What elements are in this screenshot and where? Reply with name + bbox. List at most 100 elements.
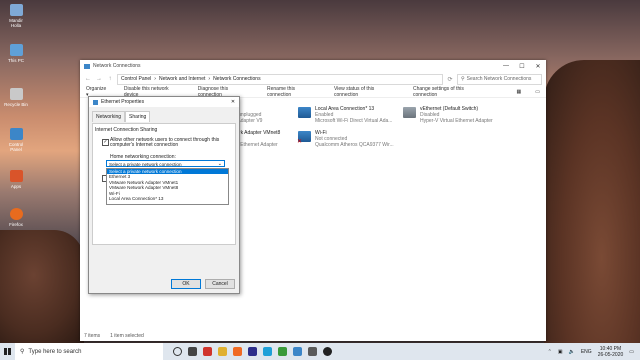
- dialog-titlebar: Ethernet Properties ✕: [89, 97, 239, 107]
- desktop-icon-this-pc[interactable]: This PC: [4, 44, 28, 63]
- back-icon[interactable]: ←: [84, 76, 92, 82]
- minimize-icon[interactable]: —: [498, 63, 514, 69]
- cancel-button[interactable]: Cancel: [205, 279, 235, 289]
- close-icon[interactable]: ✕: [227, 99, 239, 105]
- ok-button[interactable]: OK: [171, 279, 201, 289]
- desktop-icon-firefox[interactable]: Firefox: [4, 208, 28, 227]
- adapter-local-area-connection[interactable]: Local Area Connection* 13 Enabled Micros…: [298, 106, 392, 124]
- windows-logo-icon: [4, 348, 11, 355]
- brave-icon[interactable]: [233, 347, 242, 356]
- select-value: Select a private network connection: [109, 162, 182, 167]
- desktop-icon-user[interactable]: Mandir Holla: [4, 4, 28, 28]
- rename-button[interactable]: Rename this connection: [267, 86, 320, 98]
- breadcrumb-control-panel[interactable]: Control Panel: [121, 76, 151, 82]
- taskbar-search-placeholder: Type here to search: [28, 348, 82, 355]
- breadcrumb-network-internet[interactable]: Network and Internet: [159, 76, 205, 82]
- allow-sharing-label: Allow other network users to connect thr…: [110, 137, 220, 149]
- desktop-icon-recycle-bin[interactable]: Recycle Bin: [4, 88, 28, 107]
- preview-pane-icon[interactable]: ▭: [535, 89, 540, 95]
- ics-group-label: Internet Connection Sharing: [95, 127, 158, 133]
- adapter-device: Qualcomm Atheros QCA9377 Wir...: [315, 142, 394, 148]
- adapter-device: Microsoft Wi-Fi Direct Virtual Ada...: [315, 118, 393, 124]
- apps-icon: [9, 170, 23, 182]
- app-circle-icon[interactable]: [323, 347, 332, 356]
- rocks-left: [0, 230, 84, 343]
- desktop-icon-control-panel[interactable]: Control Panel: [4, 128, 28, 152]
- wifi-adapter-icon: ✕: [297, 131, 311, 145]
- network-folder-icon: [84, 63, 90, 69]
- home-network-dropdown: Select a private network connection Ethe…: [106, 168, 229, 205]
- desktop-icon-label: Control Panel: [8, 142, 24, 152]
- control-panel-taskbar-icon[interactable]: [293, 347, 302, 356]
- clock-time: 10:40 PM: [599, 345, 622, 352]
- view-status-button[interactable]: View status of this connection: [334, 86, 399, 98]
- maximize-icon[interactable]: ☐: [514, 63, 530, 70]
- window-title: Network Connections: [93, 63, 141, 69]
- clock[interactable]: 10:40 PM 26-05-2020: [598, 346, 624, 358]
- close-icon[interactable]: ✕: [530, 63, 546, 70]
- firefox-icon: [9, 208, 23, 220]
- network-adapter-icon: [93, 99, 98, 105]
- taskbar-search[interactable]: ⚲ Type here to search: [15, 343, 163, 360]
- control-panel-icon: [9, 128, 23, 140]
- edge-icon[interactable]: [263, 347, 272, 356]
- desktop-icon-label: Recycle Bin: [4, 102, 28, 107]
- search-icon: ⚲: [461, 76, 465, 82]
- desktop-icon-label: Mandir Holla: [9, 18, 23, 28]
- file-explorer-icon[interactable]: [218, 347, 227, 356]
- volume-icon[interactable]: 🔈: [569, 349, 575, 355]
- search-placeholder: Search Network Connections: [466, 76, 532, 82]
- desktop-icon-label: Firefox: [9, 222, 23, 227]
- adapter-wifi[interactable]: ✕ Wi-Fi Not connected Qualcomm Atheros Q…: [297, 130, 394, 148]
- system-tray: ⌃ ▣ 🔈 ENG 10:40 PM 26-05-2020 ▭: [548, 346, 640, 358]
- chevron-down-icon: ⌄: [217, 161, 222, 167]
- network-tray-icon[interactable]: ▣: [558, 349, 563, 355]
- tab-sharing[interactable]: Sharing: [125, 111, 151, 122]
- rocks-right: [544, 60, 640, 343]
- up-icon[interactable]: ↑: [106, 76, 114, 82]
- chevron-up-icon[interactable]: ⌃: [548, 349, 552, 355]
- selected-count: 1 item selected: [110, 333, 144, 339]
- language-indicator[interactable]: ENG: [581, 349, 592, 355]
- address-bar[interactable]: Control Panel › Network and Internet › Net…: [117, 73, 443, 85]
- dialog-tabs: Networking Sharing: [89, 111, 239, 122]
- dropdown-option[interactable]: Local Area Connection* 13: [107, 196, 228, 201]
- address-row: ← → ↑ Control Panel › Network and Interne…: [80, 72, 546, 86]
- tab-networking[interactable]: Networking: [92, 111, 126, 122]
- user-folder-icon: [9, 4, 23, 16]
- taskbar: ⚲ Type here to search ⌃ ▣ 🔈 ENG 10:40 PM…: [0, 343, 640, 360]
- settings-icon[interactable]: [308, 347, 317, 356]
- status-bar: 7 items 1 item selected: [80, 331, 546, 341]
- desktop-icon-label: This PC: [7, 58, 24, 63]
- network-adapter-icon: [298, 107, 311, 118]
- clock-date: 26-05-2020: [597, 351, 624, 358]
- network-adapter-icon: [403, 107, 416, 118]
- pinned-apps: [173, 347, 332, 356]
- recycle-bin-icon: [9, 88, 23, 100]
- chrome-icon[interactable]: [278, 347, 287, 356]
- desktop-icon-label: Apps: [10, 184, 22, 189]
- dialog-title: Ethernet Properties: [101, 99, 145, 105]
- start-button[interactable]: [0, 343, 15, 360]
- adapter-device: Hyper-V Virtual Ethernet Adapter: [420, 118, 493, 124]
- search-box[interactable]: ⚲ Search Network Connections: [457, 73, 542, 85]
- task-view-icon[interactable]: [188, 347, 197, 356]
- app-icon[interactable]: [248, 347, 257, 356]
- cortana-icon[interactable]: [173, 347, 182, 356]
- allow-sharing-checkbox[interactable]: ✓: [102, 139, 109, 146]
- refresh-icon[interactable]: ⟳: [446, 76, 454, 83]
- item-count: 7 items: [84, 333, 101, 339]
- error-x-icon: ✕: [297, 139, 303, 145]
- change-settings-button[interactable]: Change settings of this connection: [413, 86, 489, 98]
- pinterest-icon[interactable]: [203, 347, 212, 356]
- notification-icon[interactable]: ▭: [629, 349, 634, 355]
- computer-icon: [9, 44, 23, 56]
- breadcrumb-network-connections[interactable]: Network Connections: [213, 76, 261, 82]
- search-icon: ⚲: [20, 349, 25, 355]
- desktop-icon-apps[interactable]: Apps: [4, 170, 28, 189]
- adapter-vethernet[interactable]: vEthernet (Default Switch) Disabled Hype…: [403, 106, 493, 124]
- view-options-icon[interactable]: ▦: [517, 89, 522, 95]
- window-titlebar: Network Connections — ☐ ✕: [80, 60, 546, 72]
- forward-icon[interactable]: →: [95, 76, 103, 82]
- home-network-select[interactable]: Select a private network connection ⌄: [106, 160, 225, 167]
